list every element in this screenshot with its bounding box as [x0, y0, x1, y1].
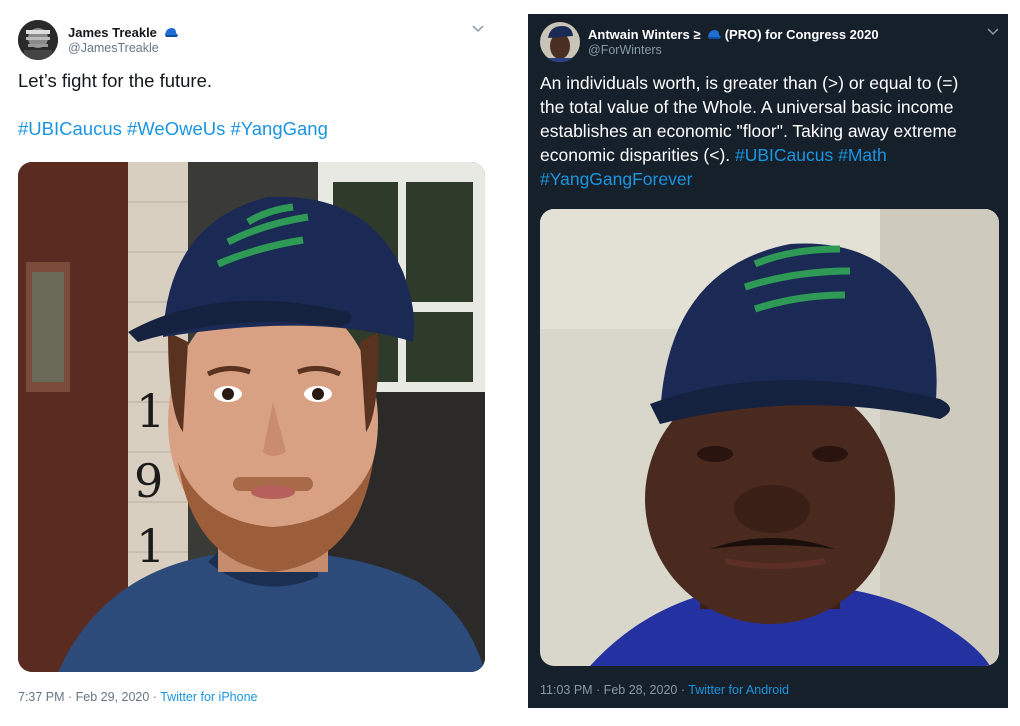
tweet-timestamp[interactable]: 7:37 PM · Feb 29, 2020 ·: [18, 690, 160, 704]
display-name-text: James Treakle: [68, 25, 157, 40]
tweet-source-link[interactable]: Twitter for Android: [688, 683, 789, 697]
tweet-text-line: the total value of the Whole. A universa…: [540, 97, 954, 117]
tweet-text: An individuals worth, is greater than (>…: [540, 71, 1002, 191]
avatar[interactable]: [18, 20, 58, 60]
tweet-hashtags[interactable]: #UBICaucus #Math: [735, 145, 887, 165]
tweet-photo[interactable]: [540, 209, 999, 666]
display-name-text: Antwain Winters ≥: [588, 27, 701, 42]
blue-cap-icon: [707, 28, 722, 43]
tweet-text-line: economic disparities (<). #UBICaucus #Ma…: [540, 143, 1002, 167]
tweet-metadata: 7:37 PM · Feb 29, 2020 · Twitter for iPh…: [18, 690, 257, 704]
user-handle[interactable]: @ForWinters: [588, 43, 662, 57]
tweet-text-line: An individuals worth, is greater than (>…: [540, 73, 959, 93]
svg-text:1: 1: [136, 384, 165, 438]
tweet-metadata: 11:03 PM · Feb 28, 2020 · Twitter for An…: [540, 683, 789, 697]
tweet-source-link[interactable]: Twitter for iPhone: [160, 690, 257, 704]
tweet-text: Let’s fight for the future.: [18, 70, 213, 91]
display-name-suffix: (PRO) for Congress 2020: [724, 27, 879, 42]
chevron-down-icon[interactable]: [472, 24, 484, 36]
display-name[interactable]: Antwain Winters ≥ (PRO) for Congress 202…: [588, 27, 879, 43]
tweet-timestamp[interactable]: 11:03 PM · Feb 28, 2020 ·: [540, 683, 688, 697]
blue-cap-icon: [164, 26, 178, 41]
svg-text:1: 1: [136, 519, 165, 573]
tweet-text-line: establishes an economic "floor". Taking …: [540, 121, 957, 141]
tweet-text-segment: economic disparities (<).: [540, 145, 736, 165]
tweet-hashtag[interactable]: #YangGangForever: [540, 167, 1002, 191]
tweet-card-antwain-winters: Antwain Winters ≥ (PRO) for Congress 202…: [528, 14, 1008, 708]
avatar[interactable]: [540, 22, 580, 62]
display-name[interactable]: James Treakle: [68, 25, 178, 41]
user-handle[interactable]: @JamesTreakle: [68, 41, 159, 55]
tweet-hashtags[interactable]: #UBICaucus #WeOweUs #YangGang: [18, 117, 328, 141]
svg-text:9: 9: [134, 454, 163, 508]
chevron-down-icon[interactable]: [987, 27, 999, 39]
tweet-card-james-treakle: James Treakle @JamesTreakle Let’s fight …: [0, 0, 492, 726]
tweet-photo[interactable]: 1 9 1: [18, 162, 485, 672]
